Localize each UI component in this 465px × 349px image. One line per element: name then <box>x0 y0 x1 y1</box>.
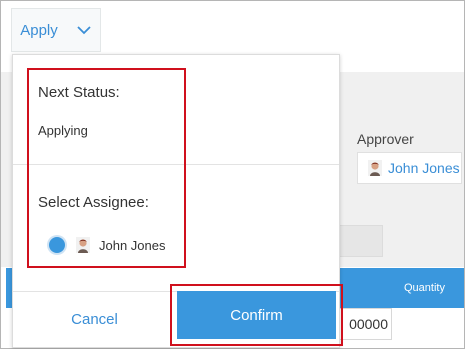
approver-chip[interactable]: John Jones <box>357 152 462 184</box>
chevron-down-icon <box>77 26 91 35</box>
input-box[interactable] <box>338 225 383 257</box>
approver-name: John Jones <box>388 160 460 176</box>
apply-button[interactable]: Apply <box>11 8 101 52</box>
apply-label: Apply <box>20 21 58 39</box>
approver-label: Approver <box>357 131 414 147</box>
highlight-box-status <box>27 68 186 268</box>
column-header-quantity: Quantity <box>404 282 445 294</box>
highlight-box-confirm <box>170 284 343 346</box>
table-cell-quantity[interactable]: 00000 <box>338 308 392 340</box>
avatar-icon <box>368 160 382 176</box>
cancel-button[interactable]: Cancel <box>13 291 176 347</box>
